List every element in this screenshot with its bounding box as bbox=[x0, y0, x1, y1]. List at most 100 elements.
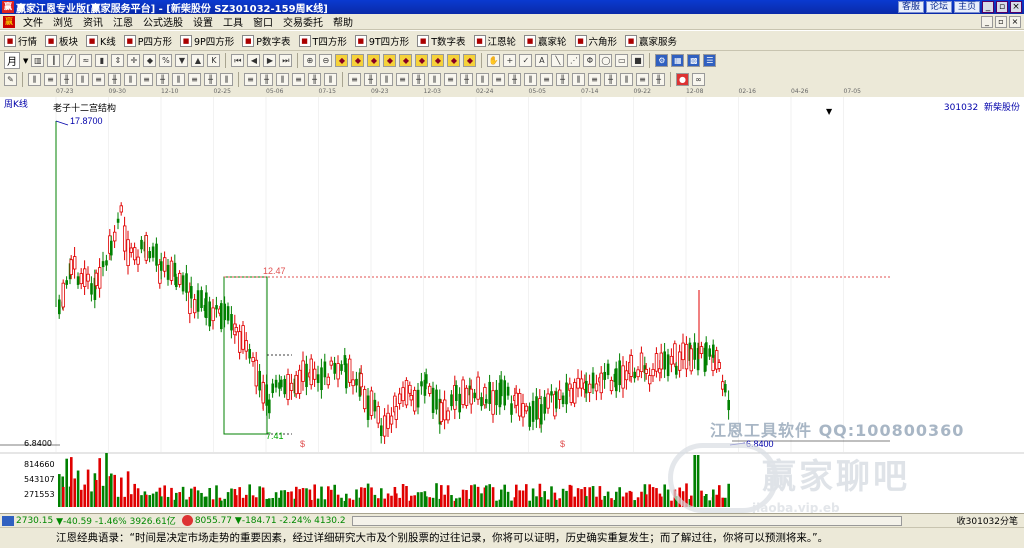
gear-icon[interactable]: ⚙ bbox=[655, 54, 669, 67]
diamond3-icon[interactable]: ◆ bbox=[367, 54, 381, 67]
first-icon[interactable]: ⏮ bbox=[231, 54, 245, 67]
minimize-button[interactable]: _ bbox=[982, 1, 994, 13]
menu-tools[interactable]: 工具 bbox=[218, 14, 248, 29]
tick19-icon[interactable]: ⫼ bbox=[324, 73, 337, 86]
tick4-icon[interactable]: ⫼ bbox=[76, 73, 89, 86]
tick20-icon[interactable]: ≡ bbox=[348, 73, 361, 86]
list-icon[interactable]: ☰ bbox=[703, 54, 717, 67]
bear-icon[interactable]: ▼ bbox=[175, 54, 189, 67]
tick6-icon[interactable]: ╫ bbox=[108, 73, 121, 86]
vol-icon[interactable]: ▮ bbox=[95, 54, 109, 67]
diamond6-icon[interactable]: ◆ bbox=[415, 54, 429, 67]
box-icon[interactable]: ▭ bbox=[615, 54, 629, 67]
restore-button[interactable]: ▫ bbox=[996, 1, 1008, 13]
tick14-icon[interactable]: ≡ bbox=[244, 73, 257, 86]
fan-icon[interactable]: ⋰ bbox=[567, 54, 581, 67]
menu-info[interactable]: 资讯 bbox=[78, 14, 108, 29]
toolbar-winner-wheel-button[interactable]: ■ 赢家轮 bbox=[524, 34, 567, 48]
menu-trade[interactable]: 交易委托 bbox=[278, 14, 328, 29]
grid-icon[interactable]: ▦ bbox=[671, 54, 685, 67]
toolbar-t-table-button[interactable]: ■ T数字表 bbox=[417, 34, 466, 48]
trend-icon[interactable]: ╲ bbox=[551, 54, 565, 67]
customer-service-link[interactable]: 客服 bbox=[897, 1, 924, 13]
tick37-icon[interactable]: ⫼ bbox=[620, 73, 633, 86]
fib-icon[interactable]: Φ bbox=[583, 54, 597, 67]
toolbar-kline-button[interactable]: ■ K线 bbox=[86, 34, 116, 48]
kline-chart[interactable]: 17.8700 12.47 7.41 6.8400 $ $ 周K线 老子十二宫结构 ▼ 3… bbox=[0, 97, 1024, 515]
tick15-icon[interactable]: ╫ bbox=[260, 73, 273, 86]
plus-icon[interactable]: + bbox=[503, 54, 517, 67]
tick22-icon[interactable]: ⫼ bbox=[380, 73, 393, 86]
tick39-icon[interactable]: ╫ bbox=[652, 73, 665, 86]
toolbar-gann-wheel-button[interactable]: ■ 江恩轮 bbox=[473, 34, 516, 48]
toolbar-9t-square-button[interactable]: ■ 9T四方形 bbox=[354, 34, 409, 48]
mdi-restore-button[interactable]: ▫ bbox=[995, 15, 1007, 28]
mdi-minimize-button[interactable]: _ bbox=[981, 15, 993, 28]
tick25-icon[interactable]: ⫼ bbox=[428, 73, 441, 86]
menu-browse[interactable]: 浏览 bbox=[48, 14, 78, 29]
tick30-icon[interactable]: ╫ bbox=[508, 73, 521, 86]
ma-icon[interactable]: ≈ bbox=[79, 54, 93, 67]
tick5-icon[interactable]: ≡ bbox=[92, 73, 105, 86]
tick1-icon[interactable]: ⫼ bbox=[28, 73, 41, 86]
tick7-icon[interactable]: ⫼ bbox=[124, 73, 137, 86]
bar-icon[interactable]: ┃ bbox=[47, 54, 61, 67]
period-dropdown-icon[interactable]: ▼ bbox=[23, 57, 28, 65]
menu-formula[interactable]: 公式选股 bbox=[138, 14, 188, 29]
tick36-icon[interactable]: ╫ bbox=[604, 73, 617, 86]
mesh-icon[interactable]: ▩ bbox=[687, 54, 701, 67]
diamond8-icon[interactable]: ◆ bbox=[447, 54, 461, 67]
horizontal-scrollbar[interactable] bbox=[351, 515, 902, 526]
circle-icon[interactable]: ● bbox=[676, 73, 689, 86]
diamond4-icon[interactable]: ◆ bbox=[383, 54, 397, 67]
tick17-icon[interactable]: ≡ bbox=[292, 73, 305, 86]
menu-window[interactable]: 窗口 bbox=[248, 14, 278, 29]
prev-icon[interactable]: ◀ bbox=[247, 54, 261, 67]
hand-icon[interactable]: ✋ bbox=[487, 54, 501, 67]
pen-icon[interactable]: ✎ bbox=[4, 73, 17, 86]
diamond5-icon[interactable]: ◆ bbox=[399, 54, 413, 67]
tick11-icon[interactable]: ≡ bbox=[188, 73, 201, 86]
toolbar-block-button[interactable]: ■ 板块 bbox=[45, 34, 78, 48]
tick34-icon[interactable]: ⫼ bbox=[572, 73, 585, 86]
forum-link[interactable]: 论坛 bbox=[925, 1, 952, 13]
diamond1-icon[interactable]: ◆ bbox=[335, 54, 349, 67]
tick21-icon[interactable]: ╫ bbox=[364, 73, 377, 86]
tick27-icon[interactable]: ╫ bbox=[460, 73, 473, 86]
cross-icon[interactable]: ✛ bbox=[127, 54, 141, 67]
k-icon[interactable]: K bbox=[207, 54, 221, 67]
zoom-icon[interactable]: ⊕ bbox=[303, 54, 317, 67]
toolbar-p-square-button[interactable]: ■ P四方形 bbox=[123, 34, 172, 48]
period-selector[interactable]: 月 bbox=[4, 52, 20, 69]
tick13-icon[interactable]: ⫼ bbox=[220, 73, 233, 86]
next-icon[interactable]: ▶ bbox=[263, 54, 277, 67]
line-icon[interactable]: ╱ bbox=[63, 54, 77, 67]
tick10-icon[interactable]: ⫼ bbox=[172, 73, 185, 86]
toolbar-9p-square-button[interactable]: ■ 9P四方形 bbox=[180, 34, 234, 48]
tick33-icon[interactable]: ╫ bbox=[556, 73, 569, 86]
diamond7-icon[interactable]: ◆ bbox=[431, 54, 445, 67]
tick12-icon[interactable]: ╫ bbox=[204, 73, 217, 86]
ratio-icon[interactable]: % bbox=[159, 54, 173, 67]
tick-data-label[interactable]: 收301032分笔 bbox=[957, 514, 1024, 527]
mdi-close-button[interactable]: × bbox=[1009, 15, 1021, 28]
cycle-icon[interactable]: ◯ bbox=[599, 54, 613, 67]
tick29-icon[interactable]: ≡ bbox=[492, 73, 505, 86]
tick38-icon[interactable]: ≡ bbox=[636, 73, 649, 86]
close-button[interactable]: × bbox=[1010, 1, 1022, 13]
toolbar-p-table-button[interactable]: ■ P数字表 bbox=[242, 34, 291, 48]
bull-icon[interactable]: ▲ bbox=[191, 54, 205, 67]
tick18-icon[interactable]: ╫ bbox=[308, 73, 321, 86]
wave-icon[interactable]: ∞ bbox=[692, 73, 705, 86]
menu-help[interactable]: 帮助 bbox=[328, 14, 358, 29]
close-icon[interactable]: ◆ bbox=[143, 54, 157, 67]
hl-icon[interactable]: ⇕ bbox=[111, 54, 125, 67]
toolbar-hexagon-button[interactable]: ■ 六角形 bbox=[574, 34, 617, 48]
last-icon[interactable]: ⏭ bbox=[279, 54, 293, 67]
tick3-icon[interactable]: ╫ bbox=[60, 73, 73, 86]
menu-gann[interactable]: 江恩 bbox=[108, 14, 138, 29]
chart-options-arrow-icon[interactable]: ▼ bbox=[826, 107, 832, 116]
text-icon[interactable]: A bbox=[535, 54, 549, 67]
menu-file[interactable]: 文件 bbox=[18, 14, 48, 29]
candle-icon[interactable]: ▥ bbox=[31, 54, 45, 67]
